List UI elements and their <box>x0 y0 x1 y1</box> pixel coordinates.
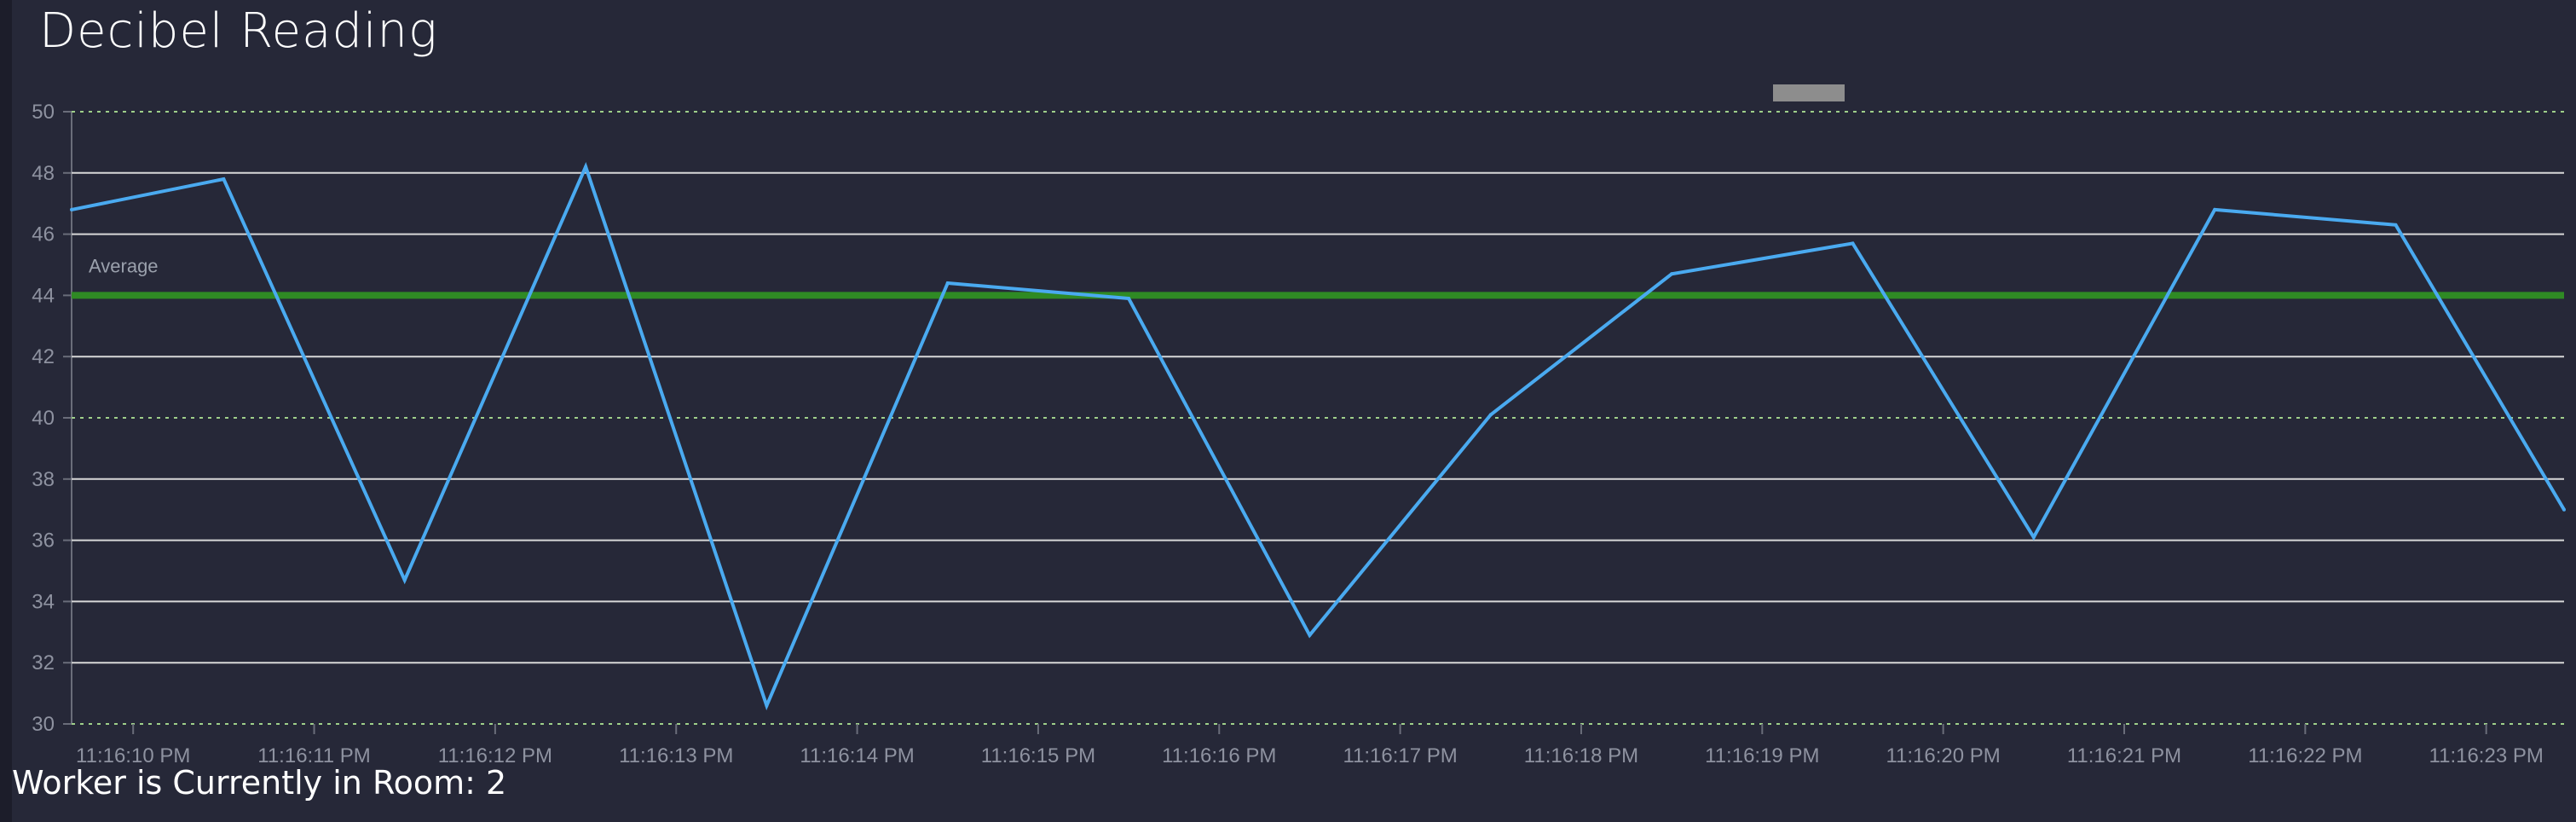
room-status-text: Worker is Currently in Room: 2 <box>12 764 507 802</box>
annotation-layer: Average <box>72 111 2564 725</box>
decibel-line-chart: Average 30 32 34 36 38 40 42 44 46 48 50 11:16:10 … <box>32 84 2566 767</box>
data-point <box>2213 207 2217 211</box>
data-point <box>1308 633 1312 637</box>
average-label: Average <box>89 255 159 276</box>
x-tick-label: 11:16:13 PM <box>619 744 733 767</box>
x-tick-label: 11:16:15 PM <box>981 744 1095 767</box>
legend-toggle[interactable] <box>1773 84 1845 101</box>
x-tick-label: 11:16:19 PM <box>1705 744 1819 767</box>
y-tick-label: 36 <box>32 530 55 553</box>
x-axis-ticks: 11:16:10 PM 11:16:11 PM 11:16:12 PM 11:16:1… <box>76 724 2544 767</box>
data-point <box>2394 223 2398 227</box>
data-point <box>402 578 407 582</box>
x-tick-label: 11:16:18 PM <box>1524 744 1638 767</box>
x-tick-label: 11:16:17 PM <box>1343 744 1457 767</box>
data-point <box>222 177 226 181</box>
y-tick-label: 46 <box>32 223 55 246</box>
x-tick-label: 11:16:23 PM <box>2429 744 2544 767</box>
y-tick-label: 40 <box>32 407 55 430</box>
y-tick-label: 42 <box>32 345 55 368</box>
data-point <box>2031 535 2036 540</box>
data-point <box>1670 272 1674 276</box>
y-tick-label: 50 <box>32 101 55 124</box>
series-layer <box>70 162 2566 711</box>
data-point <box>1488 413 1493 417</box>
data-point <box>584 165 588 169</box>
data-point <box>1851 241 1855 246</box>
y-tick-label: 48 <box>32 162 55 185</box>
y-tick-label: 32 <box>32 651 55 674</box>
data-point <box>945 281 950 286</box>
y-axis-ticks: 30 32 34 36 38 40 42 44 46 48 50 <box>32 101 72 736</box>
decibel-series-line <box>71 162 2566 711</box>
data-point <box>70 207 73 211</box>
y-tick-label: 30 <box>32 713 55 736</box>
x-tick-label: 11:16:14 PM <box>800 744 914 767</box>
y-tick-label: 34 <box>32 590 55 613</box>
x-tick-label: 11:16:22 PM <box>2248 744 2362 767</box>
y-tick-label: 44 <box>32 284 55 307</box>
x-tick-label: 11:16:21 PM <box>2067 744 2181 767</box>
x-tick-label: 11:16:20 PM <box>1886 744 2000 767</box>
data-point <box>765 703 769 708</box>
y-tick-label: 38 <box>32 468 55 491</box>
data-point <box>1127 296 1131 300</box>
data-point <box>2562 507 2566 512</box>
x-tick-label: 11:16:16 PM <box>1162 744 1276 767</box>
